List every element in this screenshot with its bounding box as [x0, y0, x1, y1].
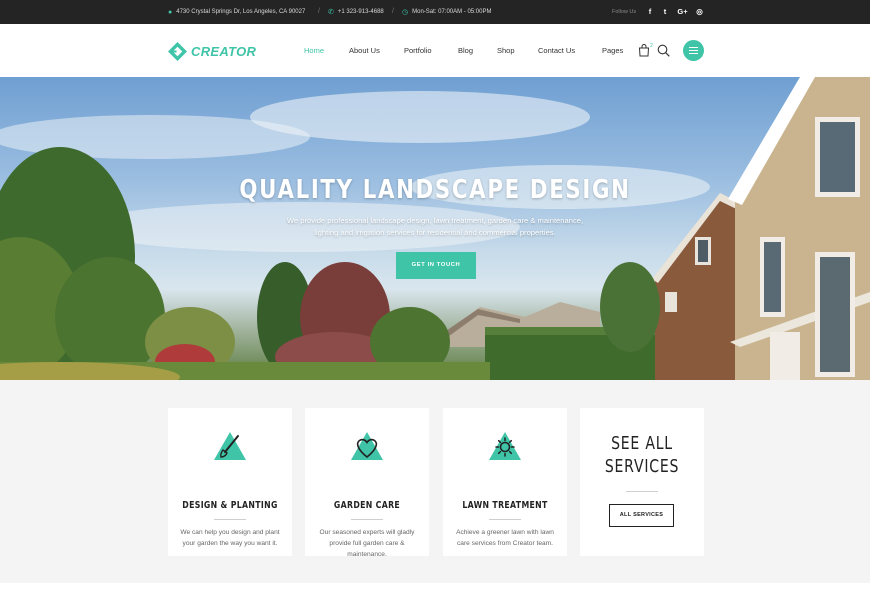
divider	[214, 519, 246, 520]
hero-subtitle-line: We provide professional landscape design…	[286, 216, 584, 225]
see-all-line: SEE ALL	[611, 433, 673, 454]
service-card-lawn-treatment[interactable]: LAWN TREATMENT Achieve a greener lawn wi…	[443, 408, 567, 556]
service-title: LAWN TREATMENT	[462, 500, 548, 511]
address-info: ● 4730 Crystal Springs Dr, Los Angeles, …	[168, 0, 305, 24]
shopping-bag-icon[interactable]	[638, 44, 650, 57]
service-title: GARDEN CARE	[333, 500, 401, 511]
hero-subtitle-line: lighting and irrigation services for res…	[314, 227, 556, 237]
top-bar: ● 4730 Crystal Springs Dr, Los Angeles, …	[0, 0, 870, 24]
follow-us-label: Follow Us	[612, 9, 637, 15]
facebook-icon[interactable]: f	[646, 0, 654, 24]
nav-blog[interactable]: Blog	[458, 46, 473, 55]
hamburger-menu-button[interactable]	[683, 40, 704, 61]
logo-mark-icon	[168, 42, 187, 61]
twitter-icon[interactable]: t	[661, 0, 669, 24]
service-description: Our seasoned experts will gladly provide…	[319, 529, 415, 558]
service-card-design-planting[interactable]: DESIGN & PLANTING We can help you design…	[168, 408, 292, 556]
hours-info: ◷ Mon-Sat: 07:00AM - 05:00PM	[402, 0, 491, 24]
all-services-button[interactable]: ALL SERVICES	[609, 504, 674, 527]
nav-shop[interactable]: Shop	[497, 46, 515, 55]
cart-count-badge: 2	[650, 43, 653, 49]
brush-icon	[214, 432, 246, 460]
divider: /	[392, 8, 394, 15]
instagram-icon[interactable]: ◎	[695, 0, 704, 24]
menu-line	[689, 50, 698, 52]
divider	[351, 519, 383, 520]
menu-line	[689, 53, 698, 55]
nav-home[interactable]: Home	[304, 46, 324, 55]
divider	[489, 519, 521, 520]
service-description: Achieve a greener lawn with lawn care se…	[456, 529, 554, 547]
hero-subtitle: We provide professional landscape design…	[265, 215, 605, 238]
hero-banner: QUALITY LANDSCAPE DESIGN We provide prof…	[0, 77, 870, 380]
get-in-touch-button[interactable]: GET IN TOUCH	[396, 252, 476, 279]
service-card-garden-care[interactable]: GARDEN CARE Our seasoned experts will gl…	[305, 408, 429, 558]
service-description: We can help you design and plant your ga…	[180, 529, 280, 547]
clock-icon: ◷	[402, 9, 409, 16]
sun-icon	[489, 432, 521, 460]
menu-line	[689, 47, 698, 49]
main-header: CREATOR Home About Us Portfolio Blog Sho…	[0, 24, 870, 77]
see-all-line: SERVICES	[604, 456, 680, 477]
divider: /	[318, 8, 320, 15]
search-icon[interactable]	[657, 44, 670, 57]
hours-text: Mon-Sat: 07:00AM - 05:00PM	[412, 9, 492, 15]
phone-icon: ✆	[328, 9, 334, 16]
service-title: DESIGN & PLANTING	[182, 500, 278, 511]
hero-title: QUALITY LANDSCAPE DESIGN	[239, 175, 631, 205]
nav-about-us[interactable]: About Us	[349, 46, 380, 55]
address-text: 4730 Crystal Springs Dr, Los Angeles, CA…	[176, 9, 306, 15]
google-plus-icon[interactable]: G+	[676, 0, 689, 24]
see-all-heading: SEE ALL SERVICES	[594, 432, 691, 478]
nav-portfolio[interactable]: Portfolio	[404, 46, 432, 55]
services-section: DESIGN & PLANTING We can help you design…	[0, 380, 870, 583]
divider	[626, 491, 658, 492]
site-logo[interactable]: CREATOR	[168, 42, 256, 61]
see-all-services-card: SEE ALL SERVICES ALL SERVICES	[580, 408, 704, 556]
phone-text[interactable]: +1 323-913-4688	[338, 9, 384, 15]
nav-pages[interactable]: Pages	[602, 46, 623, 55]
logo-text: CREATOR	[191, 44, 257, 59]
heart-icon	[351, 432, 383, 460]
footer-strip	[0, 583, 870, 608]
location-pin-icon: ●	[168, 8, 173, 16]
nav-contact-us[interactable]: Contact Us	[538, 46, 575, 55]
phone-info[interactable]: ✆ +1 323-913-4688	[328, 0, 384, 24]
